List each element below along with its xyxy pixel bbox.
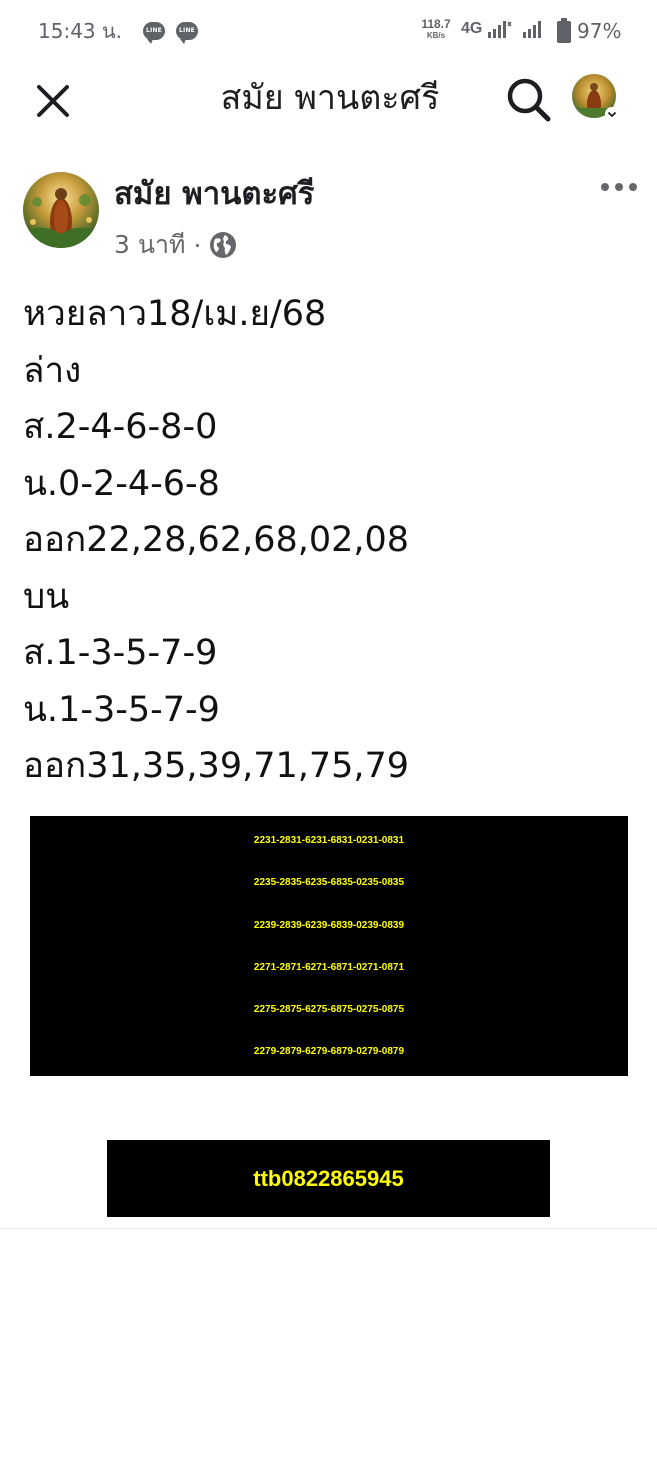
battery-percent: 97% bbox=[577, 19, 622, 43]
post-text-line: บน bbox=[23, 576, 70, 617]
post-text-line: น.0-2-4-6-8 bbox=[23, 463, 220, 504]
line-notification-icon: LINE bbox=[176, 22, 198, 44]
post-text-line: น.1-3-5-7-9 bbox=[23, 689, 220, 730]
line-notification-icon: LINE bbox=[143, 22, 165, 44]
profile-avatar[interactable] bbox=[572, 74, 620, 122]
post-text-line: หวยลาว18/เม.ย/68 bbox=[23, 294, 327, 334]
post-text-line: ออก31,35,39,71,75,79 bbox=[23, 746, 410, 786]
battery-icon bbox=[557, 18, 571, 43]
post-meta: 3 นาที · bbox=[114, 228, 237, 262]
author-avatar[interactable] bbox=[23, 172, 99, 248]
status-time: 15:43 น. bbox=[38, 19, 123, 43]
post-text-line: ล่าง bbox=[23, 350, 82, 391]
post-divider bbox=[0, 1228, 657, 1229]
signal-icon bbox=[488, 21, 512, 38]
number-row: 2235-2835-6235-6835-0235-0835 bbox=[253, 877, 405, 889]
post-text-line: ส.2-4-6-8-0 bbox=[23, 407, 218, 447]
more-options-icon[interactable] bbox=[598, 176, 640, 198]
post-time[interactable]: 3 นาที bbox=[114, 225, 185, 265]
account-number: ttb0822865945 bbox=[107, 1140, 550, 1217]
search-icon[interactable] bbox=[503, 74, 553, 124]
globe-icon bbox=[210, 232, 237, 258]
number-row: 2239-2839-6239-6839-0239-0839 bbox=[253, 919, 405, 931]
post-text-line: ส.1-3-5-7-9 bbox=[23, 633, 218, 673]
author-name[interactable]: สมัย พานตะศรี bbox=[114, 173, 314, 215]
number-row: 2279-2879-6279-6879-0279-0879 bbox=[253, 1046, 405, 1058]
signal-icon bbox=[523, 21, 541, 38]
post-text-line: ออก22,28,62,68,02,08 bbox=[23, 520, 410, 560]
post-body: หวยลาว18/เม.ย/68 ล่าง ส.2-4-6-8-0 น.0-2-… bbox=[23, 286, 633, 795]
network-speed: 118.7 KB/s bbox=[418, 18, 454, 41]
network-speed-unit: KB/s bbox=[426, 31, 446, 40]
number-row: 2275-2875-6275-6875-0275-0875 bbox=[253, 1004, 405, 1016]
close-icon[interactable] bbox=[30, 78, 76, 124]
number-row: 2231-2831-6231-6831-0231-0831 bbox=[253, 835, 405, 846]
network-type: 4G bbox=[461, 20, 483, 37]
network-speed-value: 118.7 bbox=[421, 17, 451, 31]
meta-separator: · bbox=[193, 230, 202, 260]
number-row: 2271-2871-6271-6871-0271-0871 bbox=[253, 961, 405, 973]
post-image-numbers[interactable]: 2231-2831-6231-6831-0231-0831 2235-2835-… bbox=[30, 816, 628, 1076]
page-title: สมัย พานตะศรี bbox=[220, 78, 440, 118]
status-bar: 15:43 น. LINE LINE 118.7 KB/s 4G 97% bbox=[0, 0, 657, 62]
app-header: สมัย พานตะศรี bbox=[0, 62, 657, 138]
